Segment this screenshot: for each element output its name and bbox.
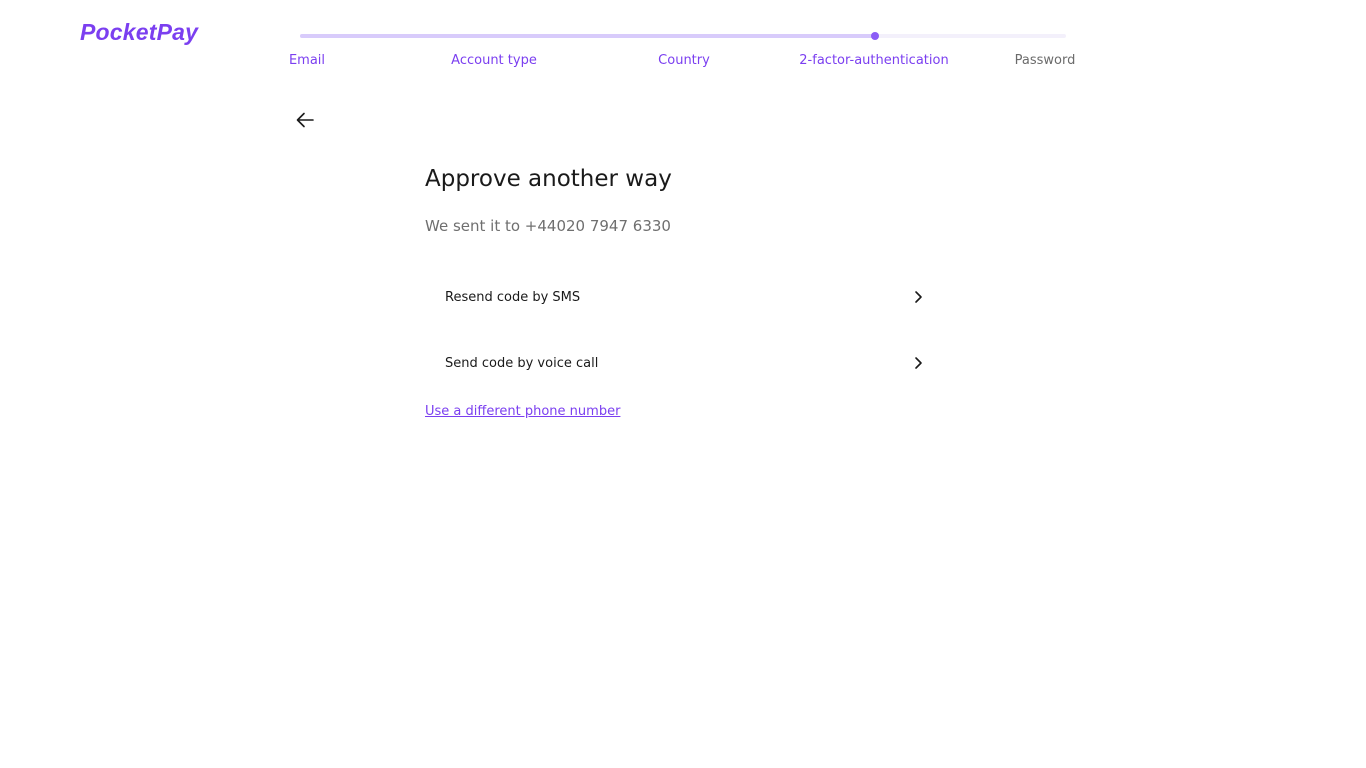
step-password: Password: [1014, 53, 1076, 68]
arrow-left-icon: [296, 112, 314, 128]
pocketpay-logo[interactable]: PocketPay: [80, 19, 198, 46]
progress-fill: [300, 34, 875, 38]
voice-call-option[interactable]: Send code by voice call: [425, 338, 930, 388]
step-account-type: Account type: [451, 53, 537, 68]
resend-sms-option[interactable]: Resend code by SMS: [425, 272, 930, 322]
page-title: Approve another way: [425, 166, 672, 192]
sent-to-text: We sent it to +44020 7947 6330: [425, 217, 671, 235]
resend-sms-label: Resend code by SMS: [445, 289, 581, 305]
step-2-factor-authentication: 2-factor-authentication: [799, 53, 949, 68]
chevron-right-icon: [910, 289, 926, 305]
voice-call-label: Send code by voice call: [445, 355, 599, 371]
step-country: Country: [658, 53, 710, 68]
chevron-right-icon: [910, 355, 926, 371]
back-button[interactable]: [293, 108, 317, 132]
different-phone-number-link[interactable]: Use a different phone number: [425, 404, 620, 419]
signup-page: PocketPay Email Account type Country 2-f…: [0, 0, 1366, 768]
progress-current-dot: [870, 32, 879, 40]
step-email: Email: [288, 53, 326, 68]
progress-track: [300, 32, 1066, 40]
